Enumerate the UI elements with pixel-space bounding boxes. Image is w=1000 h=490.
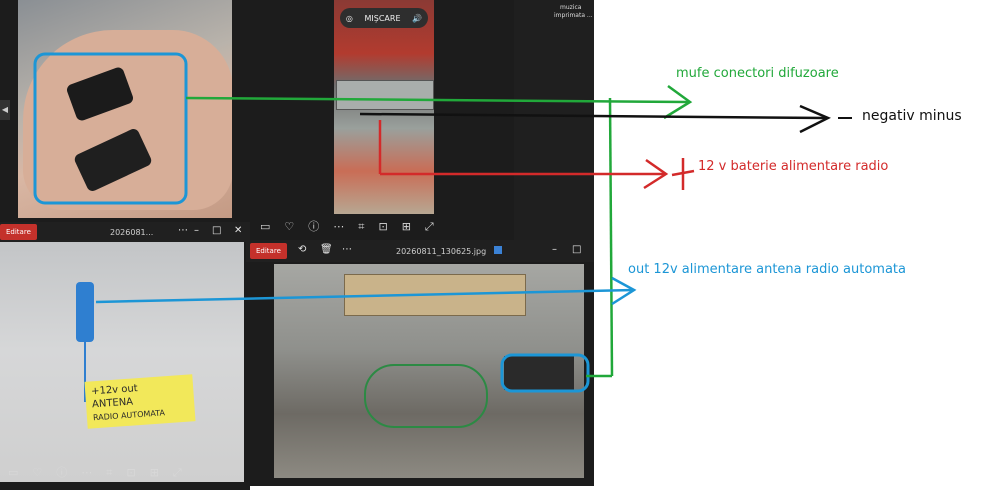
blue-line-main: [95, 288, 635, 304]
annotation-overlay: [33, 52, 852, 393]
red-annotation-label: 12 v baterie alimentare radio: [698, 159, 889, 174]
green-annotation-label: mufe conectori difuzoare: [676, 66, 839, 81]
black-line: [359, 112, 827, 120]
blue-highlight-radio: [500, 353, 590, 393]
blue-annotation-label: out 12v alimentare antena radio automata: [628, 262, 906, 277]
blue-highlight-connectors: [33, 52, 188, 205]
green-line-vertical: [608, 97, 614, 377]
black-annotation-label: negativ minus: [862, 108, 962, 124]
green-line-main: [185, 96, 689, 104]
